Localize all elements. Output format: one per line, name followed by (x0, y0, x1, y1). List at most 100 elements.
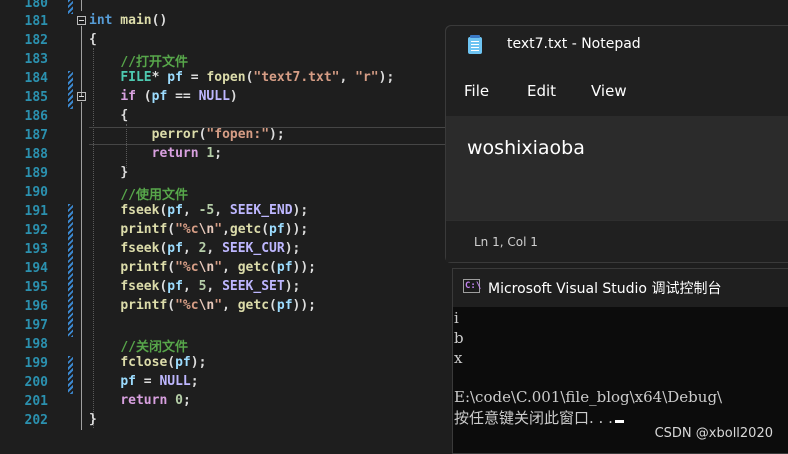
token-control: return (151, 146, 199, 161)
notepad-titlebar[interactable]: text7.txt - Notepad (446, 26, 788, 66)
token-string: "%c (175, 222, 199, 237)
token-operator: == (167, 89, 199, 104)
token-punctuation: ( (269, 298, 277, 313)
token-function: fclose (120, 355, 168, 370)
code-line-201[interactable]: return 0; (89, 393, 191, 408)
line-number: 189 (24, 166, 48, 181)
token-string: " (214, 260, 223, 275)
token-function: printf (120, 298, 168, 313)
code-line-193[interactable]: fseek(pf, 2, SEEK_CUR); (89, 241, 300, 256)
token-string: " (214, 298, 223, 313)
token-control: if (120, 89, 136, 104)
token-string: "%c (175, 260, 199, 275)
fold-guide (81, 102, 82, 430)
line-number: 192 (24, 223, 48, 238)
token-string: "fopen:" (206, 127, 270, 142)
token-variable: pf (167, 241, 183, 256)
code-line-194[interactable]: printf("%c\n", getc(pf)); (89, 260, 316, 275)
token-punctuation: , (182, 279, 199, 294)
code-line-182[interactable]: { (89, 32, 97, 47)
token-function: getc (237, 298, 270, 313)
line-number: 182 (24, 33, 48, 48)
code-line-187[interactable]: perror("fopen:"); (89, 127, 285, 142)
line-number: 197 (24, 318, 48, 333)
token-punctuation: ( (269, 260, 277, 275)
line-number: 188 (24, 147, 48, 162)
token-punctuation: ); (378, 70, 395, 85)
code-line-183[interactable]: //打开文件 (89, 51, 188, 70)
line-number: 186 (24, 109, 48, 124)
token-function: printf (120, 260, 168, 275)
change-marker (68, 204, 73, 337)
token-punctuation: , (206, 241, 223, 256)
token-punctuation: ( (167, 355, 176, 370)
notepad-menubar: File Edit View (446, 66, 788, 116)
line-number: 187 (24, 128, 48, 143)
line-number: 201 (24, 394, 48, 409)
line-number: 198 (24, 337, 48, 352)
line-number: 194 (24, 261, 48, 276)
token-operator: = (182, 70, 207, 85)
code-line-188[interactable]: return 1; (89, 146, 222, 161)
notepad-text-area[interactable]: woshixiaoba (446, 116, 788, 221)
token-punctuation: ; (214, 146, 223, 161)
code-line-185[interactable]: if (pf == NULL) (89, 89, 238, 104)
code-line-181[interactable]: int main() (89, 13, 167, 28)
token-escape: \n (198, 298, 215, 313)
token-punctuation: ) (229, 89, 238, 104)
notepad-window[interactable]: text7.txt - Notepad File Edit View woshi… (445, 25, 788, 263)
token-punctuation: , (182, 241, 199, 256)
code-line-200[interactable]: pf = NULL; (89, 374, 199, 389)
token-variable: pf (120, 374, 136, 389)
menu-edit[interactable]: Edit (527, 82, 556, 100)
code-line-190[interactable]: //使用文件 (89, 184, 188, 203)
token-number: -5 (198, 203, 215, 218)
collapse-main-icon[interactable] (77, 16, 86, 25)
token-punctuation: { (120, 108, 129, 123)
token-variable: pf (151, 89, 168, 104)
console-icon-glyph: C:\ (465, 281, 482, 291)
token-punctuation: , (206, 279, 223, 294)
token-punctuation: ( (261, 222, 270, 237)
token-punctuation: ( (135, 89, 152, 104)
code-line-186[interactable]: { (89, 108, 128, 123)
change-marker (68, 356, 73, 394)
collapse-if-icon[interactable] (77, 92, 86, 101)
fold-guide (81, 26, 82, 96)
token-punctuation: , (339, 70, 356, 85)
line-number: 190 (24, 185, 48, 200)
token-punctuation: * (151, 70, 168, 85)
line-number: 200 (24, 375, 48, 390)
code-line-192[interactable]: printf("%c\n",getc(pf)); (89, 222, 308, 237)
token-punctuation: ( (167, 260, 176, 275)
token-punctuation: )); (284, 222, 309, 237)
console-cursor (614, 420, 624, 423)
token-punctuation: , (222, 260, 238, 275)
code-line-195[interactable]: fseek(pf, 5, SEEK_SET); (89, 279, 300, 294)
token-punctuation: ; (182, 393, 191, 408)
code-line-189[interactable]: } (89, 165, 128, 180)
console-prompt-text: 按任意键关闭此窗口. . . (454, 409, 613, 427)
token-punctuation: , (222, 222, 230, 237)
token-variable: pf (276, 298, 293, 313)
token-macro: NULL (159, 374, 191, 389)
code-line-191[interactable]: fseek(pf, -5, SEEK_END); (89, 203, 308, 218)
console-output-line: x (454, 349, 463, 367)
menu-file[interactable]: File (464, 82, 489, 100)
token-type: FILE (120, 70, 152, 85)
code-line-184[interactable]: FILE* pf = fopen("text7.txt", "r"); (89, 70, 394, 85)
token-string: "r" (355, 70, 379, 85)
code-line-196[interactable]: printf("%c\n", getc(pf)); (89, 298, 316, 313)
notepad-statusbar: Ln 1, Col 1 (446, 220, 788, 262)
line-number: 181 (24, 14, 48, 29)
menu-view[interactable]: View (591, 82, 627, 100)
token-punctuation: , (222, 298, 238, 313)
code-line-202[interactable]: } (89, 412, 97, 427)
code-line-199[interactable]: fclose(pf); (89, 355, 206, 370)
code-line-198[interactable]: //关闭文件 (89, 336, 188, 355)
console-titlebar[interactable]: C:\ Microsoft Visual Studio 调试控制台 (453, 269, 788, 307)
token-punctuation: ; (190, 374, 199, 389)
token-punctuation: , (182, 203, 199, 218)
token-function: perror (151, 127, 199, 142)
